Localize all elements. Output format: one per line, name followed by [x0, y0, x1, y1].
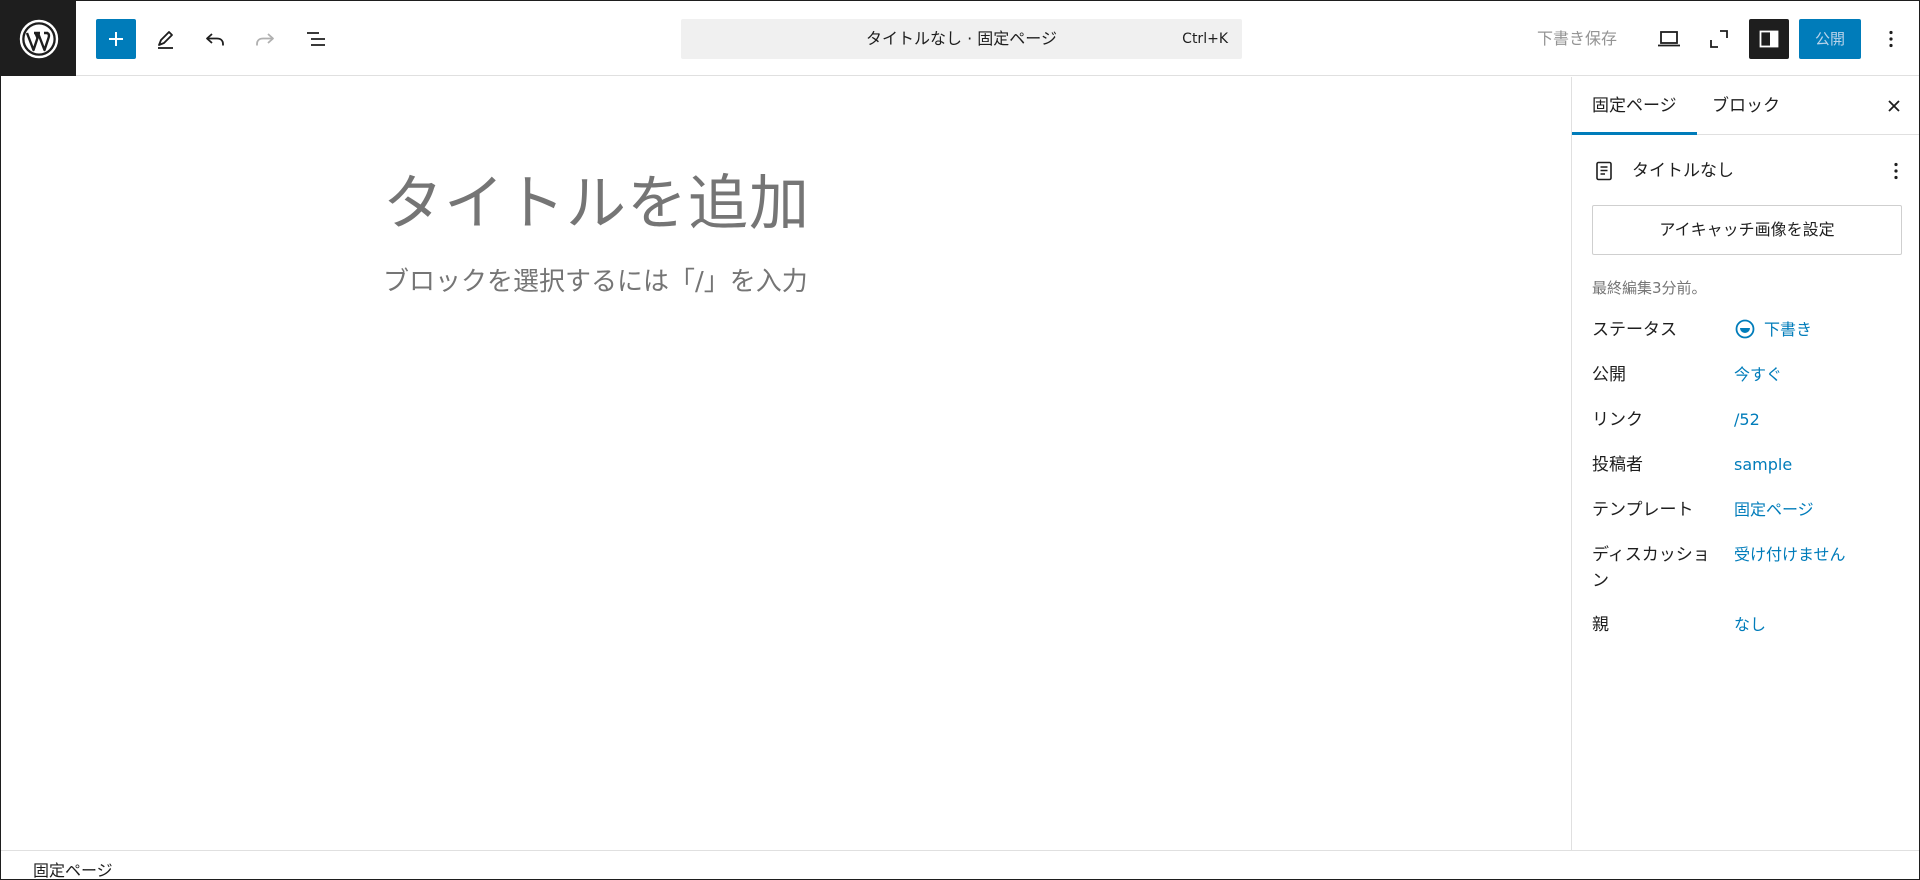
- template-button[interactable]: 固定ページ: [1734, 497, 1814, 523]
- redo-button[interactable]: [245, 19, 285, 59]
- editor-header: タイトルなし · 固定ページ Ctrl+K 下書き保存 公開: [1, 1, 1919, 76]
- document-summary: タイトルなし: [1592, 155, 1910, 187]
- command-center-button[interactable]: タイトルなし · 固定ページ Ctrl+K: [681, 19, 1242, 59]
- page-icon: [1596, 161, 1612, 181]
- tab-block[interactable]: ブロック: [1692, 77, 1800, 135]
- breadcrumb-item-page[interactable]: 固定ページ: [33, 857, 113, 879]
- wordpress-logo-button[interactable]: [1, 1, 76, 76]
- undo-icon: [206, 33, 224, 46]
- meta-label-publish: 公開: [1592, 365, 1626, 385]
- permalink-button[interactable]: /52: [1734, 407, 1760, 433]
- parent-page-button[interactable]: なし: [1734, 612, 1766, 638]
- meta-label-template: テンプレート: [1592, 500, 1694, 520]
- plus-icon: [109, 32, 123, 46]
- status-value-button[interactable]: 下書き: [1734, 317, 1812, 343]
- command-shortcut: Ctrl+K: [1182, 31, 1228, 47]
- document-title-bar: タイトルなし · 固定ページ: [866, 29, 1057, 48]
- settings-sidebar-button[interactable]: [1749, 19, 1789, 59]
- draft-status-icon: [1735, 319, 1755, 339]
- close-sidebar-button[interactable]: [1878, 90, 1910, 122]
- tools-button[interactable]: [146, 19, 186, 59]
- document-actions-button[interactable]: [1884, 155, 1908, 187]
- tab-page[interactable]: 固定ページ: [1572, 77, 1697, 135]
- block-inserter-button[interactable]: [96, 19, 136, 59]
- editor-canvas: タイトルを追加 ブロックを選択するには「/」を入力: [1, 77, 1571, 850]
- meta-label-author: 投稿者: [1592, 455, 1643, 475]
- meta-label-status: ステータス: [1592, 320, 1677, 340]
- save-draft-button[interactable]: 下書き保存: [1531, 19, 1623, 59]
- last-edited-text: 最終編集3分前。: [1592, 279, 1707, 297]
- sidebar-settings-icon: [1759, 30, 1779, 48]
- more-vertical-icon: [1889, 30, 1893, 48]
- fullscreen-button[interactable]: [1699, 19, 1739, 59]
- discussion-button[interactable]: 受け付けません: [1734, 542, 1846, 568]
- status-value: 下書き: [1764, 320, 1813, 339]
- editor-window: タイトルなし · 固定ページ Ctrl+K 下書き保存 公開 タイトルを追加 ブ…: [0, 0, 1920, 880]
- meta-label-link: リンク: [1592, 410, 1643, 430]
- preview-button[interactable]: [1649, 19, 1689, 59]
- fullscreen-icon: [1710, 30, 1728, 48]
- document-overview-button[interactable]: [296, 19, 336, 59]
- options-menu-button[interactable]: [1873, 19, 1909, 59]
- close-icon: [1888, 100, 1900, 112]
- desktop-preview-icon: [1658, 31, 1680, 47]
- post-title-input[interactable]: タイトルを追加: [383, 155, 810, 242]
- pencil-icon: [158, 31, 173, 49]
- wordpress-logo-icon: [19, 19, 58, 58]
- set-featured-image-button[interactable]: アイキャッチ画像を設定: [1592, 205, 1902, 255]
- publish-date-button[interactable]: 今すぐ: [1734, 362, 1782, 388]
- settings-sidebar: 固定ページ ブロック タイトルなし アイキャッチ画像を設定 最終編集3分前。 ス…: [1571, 77, 1919, 850]
- more-vertical-icon: [1894, 162, 1898, 180]
- meta-label-parent: 親: [1592, 615, 1609, 635]
- publish-button[interactable]: 公開: [1799, 19, 1861, 59]
- block-breadcrumb-bar: 固定ページ: [1, 850, 1919, 879]
- document-title: タイトルなし: [1632, 161, 1734, 181]
- list-view-icon: [307, 32, 325, 46]
- sidebar-tabs: 固定ページ ブロック: [1572, 77, 1919, 135]
- meta-label-discussion: ディスカッション: [1592, 545, 1710, 591]
- undo-button[interactable]: [195, 19, 235, 59]
- default-block-appender[interactable]: ブロックを選択するには「/」を入力: [383, 261, 808, 298]
- author-button[interactable]: sample: [1734, 452, 1792, 478]
- redo-icon: [256, 33, 274, 46]
